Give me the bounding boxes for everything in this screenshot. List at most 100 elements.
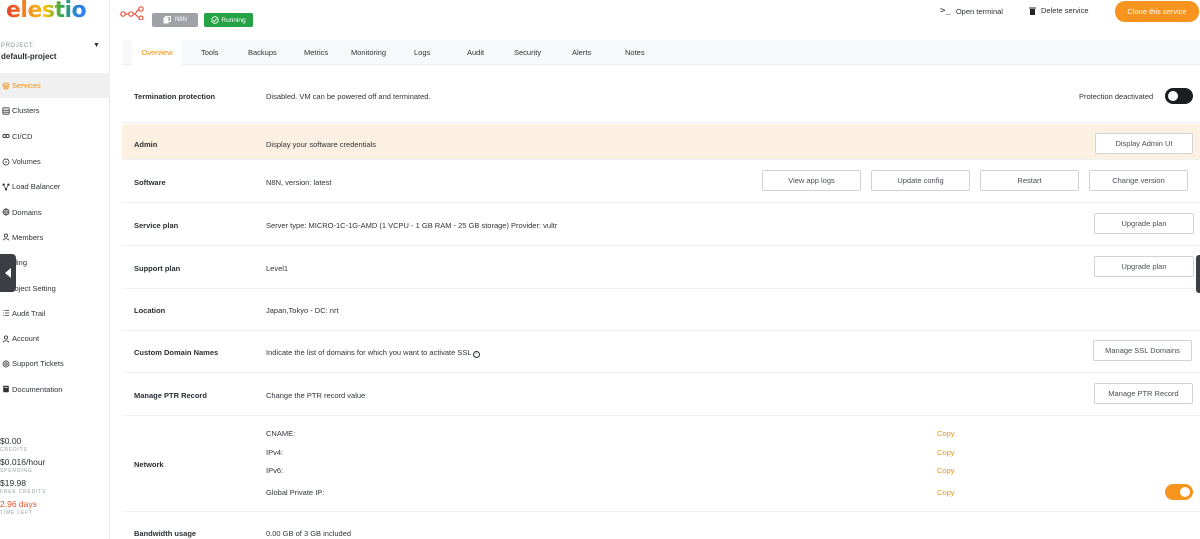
- row-label: Support plan: [134, 264, 181, 273]
- sidebar-item-domains[interactable]: Domains: [0, 199, 110, 224]
- row-label: Termination protection: [134, 92, 216, 101]
- row-label: Admin: [134, 140, 158, 149]
- tab-metrics[interactable]: Metrics: [304, 40, 328, 65]
- sidebar-item-account[interactable]: Account: [0, 326, 110, 351]
- sidebar-item-label: Services: [12, 81, 41, 91]
- sidebar-item-label: Account: [12, 334, 40, 344]
- help-icon[interactable]: ?: [472, 351, 480, 358]
- software-row: Software N8N, version: latest View app l…: [122, 160, 1200, 203]
- sidebar-item-support-tickets[interactable]: Support Tickets: [0, 351, 110, 376]
- row-value: Display your software credentials: [266, 140, 377, 149]
- sidebar-item-cicd[interactable]: CI/CD: [0, 124, 110, 149]
- tab-backups[interactable]: Backups: [248, 40, 277, 65]
- row-value: N8N, version: latest: [266, 178, 332, 187]
- delete-service-label: Delete service: [1041, 6, 1089, 15]
- sidebar-item-load-balancer[interactable]: Load Balancer: [0, 174, 110, 199]
- cname-label: CNAME:: [266, 429, 296, 438]
- private-ip-toggle[interactable]: [1165, 484, 1193, 500]
- update-config-button[interactable]: Update config: [871, 170, 970, 191]
- sidebar-item-members[interactable]: Members: [0, 225, 110, 250]
- manage-ssl-domains-button[interactable]: Manage SSL Domains: [1093, 340, 1192, 361]
- sidebar-item-label: roject Setting: [12, 283, 56, 293]
- sidebar-item-audit-trail[interactable]: Audit Trail: [0, 301, 110, 326]
- copy-ipv4-button[interactable]: Copy: [937, 448, 955, 457]
- change-version-button[interactable]: Change version: [1089, 170, 1188, 191]
- sidebar-item-label: Clusters: [12, 106, 40, 116]
- status-label: Running: [221, 16, 246, 24]
- tab-tools[interactable]: Tools: [201, 40, 219, 65]
- free-credits-value: $19.98: [0, 478, 26, 488]
- service-type-badge: N8N: [152, 13, 198, 27]
- support-plan-row: Support plan Level1 Upgrade plan: [122, 246, 1200, 289]
- protection-toggle[interactable]: [1165, 88, 1193, 104]
- row-label: Service plan: [134, 221, 179, 230]
- ipv6-label: IPv6:: [266, 466, 284, 475]
- tab-notes[interactable]: Notes: [625, 40, 645, 65]
- open-terminal-button[interactable]: >_ Open terminal: [940, 6, 1003, 16]
- display-admin-ui-button[interactable]: Display Admin UI: [1095, 133, 1193, 154]
- tab-logs[interactable]: Logs: [414, 40, 430, 65]
- tab-alerts[interactable]: Alerts: [572, 40, 591, 65]
- row-value: Indicate the list of domains for which y…: [266, 348, 480, 358]
- tab-audit[interactable]: Audit: [467, 40, 484, 65]
- ptr-record-row: Manage PTR Record Change the PTR record …: [122, 373, 1200, 416]
- sidebar-item-label: Support Tickets: [12, 359, 64, 369]
- sidebar-item-services[interactable]: Services: [0, 73, 110, 99]
- trash-icon: [1029, 7, 1036, 15]
- restart-button[interactable]: Restart: [980, 170, 1079, 191]
- row-value: Change the PTR record value: [266, 391, 366, 400]
- elestio-logo[interactable]: elestio: [6, 0, 87, 24]
- row-label: Manage PTR Record: [134, 391, 207, 400]
- copy-private-ip-button[interactable]: Copy: [937, 488, 955, 497]
- globe-icon: [1, 208, 10, 217]
- sidebar-item-documentation[interactable]: Documentation: [0, 377, 110, 402]
- network-row: Network CNAME: IPv4: IPv6: Global Privat…: [122, 416, 1200, 512]
- time-left-value: 2.96 days: [0, 499, 37, 509]
- chevron-left-icon: [5, 268, 11, 278]
- manage-ptr-record-button[interactable]: Manage PTR Record: [1094, 383, 1193, 404]
- sidebar-item-label: CI/CD: [12, 131, 33, 141]
- time-left-label: TIME LEFT: [0, 510, 33, 516]
- row-value: Level1: [266, 264, 289, 273]
- sidebar-item-project-settings[interactable]: roject Setting: [0, 275, 110, 300]
- sidebar-item-clusters[interactable]: Clusters: [0, 98, 110, 123]
- sidebar-collapse-toggle[interactable]: [0, 254, 16, 292]
- tab-overview[interactable]: Overview: [132, 40, 182, 65]
- admin-row: Admin Display your software credentials …: [122, 124, 1200, 160]
- sidebar-item-label: Audit Trail: [12, 308, 46, 318]
- user-icon: [1, 233, 10, 242]
- upgrade-service-plan-button[interactable]: Upgrade plan: [1094, 213, 1194, 234]
- sidebar-item-volumes[interactable]: Volumes: [0, 149, 110, 174]
- global-private-ip-label: Global Private IP:: [266, 488, 325, 497]
- sidebar: elestio PROJECT: default-project ▼ Servi…: [0, 0, 110, 539]
- tab-monitoring[interactable]: Monitoring: [351, 40, 386, 65]
- delete-service-button[interactable]: Delete service: [1029, 6, 1089, 15]
- location-row: Location Japan,Tokyo - DC: nrt: [122, 289, 1200, 331]
- custom-domains-text: Indicate the list of domains for which y…: [266, 348, 472, 357]
- view-app-logs-button[interactable]: View app logs: [762, 170, 861, 191]
- tab-bar: Overview Tools Backups Metrics Monitorin…: [122, 40, 1200, 65]
- clone-service-button[interactable]: Clone this service: [1115, 1, 1199, 22]
- tab-security[interactable]: Security: [514, 40, 541, 65]
- copy-cname-button[interactable]: Copy: [937, 429, 955, 438]
- right-panel-handle[interactable]: [1196, 255, 1200, 293]
- copy-ipv6-button[interactable]: Copy: [937, 466, 955, 475]
- chevron-down-icon[interactable]: ▼: [93, 42, 100, 49]
- n8n-logo-icon: [120, 6, 146, 22]
- service-plan-row: Service plan Server type: MICRO-1C-1G-AM…: [122, 203, 1200, 246]
- project-name[interactable]: default-project: [1, 52, 57, 61]
- row-value: Disabled. VM can be powered off and term…: [266, 92, 431, 101]
- row-value: Japan,Tokyo - DC: nrt: [266, 306, 339, 315]
- free-credits-label: FREE CREDITS: [0, 489, 47, 495]
- row-label: Network: [134, 460, 164, 469]
- disk-icon: [1, 157, 10, 166]
- sidebar-nav: Services Clusters CI/CD Volumes Load Bal…: [0, 73, 110, 402]
- network-icon: [1, 182, 10, 191]
- credits-label: CREDITS: [0, 447, 28, 453]
- copy-icon: [163, 16, 171, 24]
- ipv4-label: IPv4:: [266, 448, 284, 457]
- user-icon: [1, 334, 10, 343]
- sidebar-item-billing[interactable]: illing: [0, 250, 110, 275]
- custom-domains-row: Custom Domain Names Indicate the list of…: [122, 331, 1200, 373]
- upgrade-support-plan-button[interactable]: Upgrade plan: [1094, 256, 1194, 277]
